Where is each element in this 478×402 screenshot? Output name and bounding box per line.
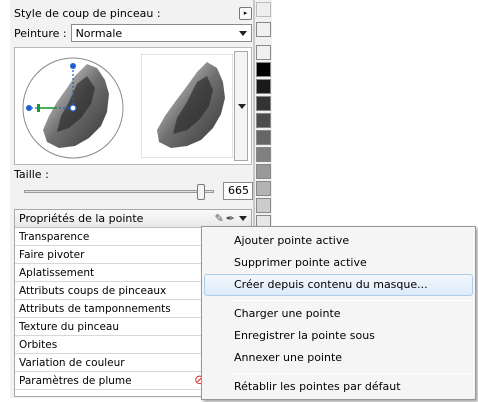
brush-icon[interactable]: ✎ (215, 212, 224, 225)
brush-tip-thumbnail[interactable] (141, 54, 233, 158)
brush-style-label: Style de coup de pinceau : (14, 6, 161, 20)
menu-item-create-from-mask[interactable]: Créer depuis contenu du masque... (204, 274, 473, 296)
color-swatch[interactable] (256, 147, 271, 162)
color-swatch[interactable] (256, 62, 271, 77)
paint-mode-row: Peinture : Normale (14, 24, 252, 42)
size-slider-thumb[interactable] (196, 184, 205, 200)
mini-arrow-icon[interactable]: ▸ (239, 6, 252, 20)
color-swatch[interactable] (256, 130, 271, 145)
dial-handle (26, 105, 32, 111)
menu-item-restore-defaults[interactable]: Rétablir les pointes par défaut (204, 376, 473, 398)
size-value-field[interactable]: 665 (223, 182, 253, 200)
paint-mode-label: Peinture : (14, 26, 67, 40)
paint-mode-value: Normale (75, 26, 123, 40)
chevron-down-icon (238, 104, 246, 109)
tip-properties-icons[interactable]: ✎ ✒ (215, 212, 247, 225)
menu-separator (232, 300, 472, 301)
color-swatch[interactable] (256, 113, 271, 128)
menu-item-delete-tip[interactable]: Supprimer pointe active (204, 252, 473, 274)
scroll-up-icon[interactable] (256, 22, 271, 37)
color-swatch[interactable] (256, 45, 271, 60)
rotation-dial[interactable] (17, 54, 135, 162)
pen-icon[interactable]: ✒ (226, 212, 235, 225)
menu-item-append-tip[interactable]: Annexer une pointe (204, 347, 473, 369)
menu-item-add-tip[interactable]: Ajouter pointe active (204, 230, 473, 252)
color-swatch[interactable] (256, 96, 271, 111)
menu-item-load-tip[interactable]: Charger une pointe (204, 303, 473, 325)
color-swatch[interactable] (256, 181, 271, 196)
menu-separator (232, 373, 472, 374)
color-swatch[interactable] (256, 79, 271, 94)
dial-center (69, 104, 77, 112)
size-slider[interactable] (14, 184, 224, 200)
size-label: Taille : (14, 168, 49, 181)
size-slider-track (24, 190, 214, 193)
pin-icon[interactable] (256, 2, 271, 17)
paint-mode-select[interactable]: Normale (70, 24, 252, 42)
brush-tip-preview-area (14, 47, 252, 165)
dial-handle (70, 63, 76, 69)
tip-properties-title: Propriétés de la pointe (19, 212, 144, 225)
color-swatch[interactable] (256, 198, 271, 213)
tip-context-menu: Ajouter pointe active Supprimer pointe a… (201, 226, 476, 400)
chevron-down-icon (239, 31, 247, 36)
brush-style-header: Style de coup de pinceau : ▸ (14, 5, 252, 21)
brush-tip-dropdown[interactable] (234, 51, 248, 161)
menu-item-save-tip-as[interactable]: Enregistrer la pointe sous (204, 325, 473, 347)
color-swatch[interactable] (256, 164, 271, 179)
chevron-down-icon[interactable] (239, 216, 247, 221)
